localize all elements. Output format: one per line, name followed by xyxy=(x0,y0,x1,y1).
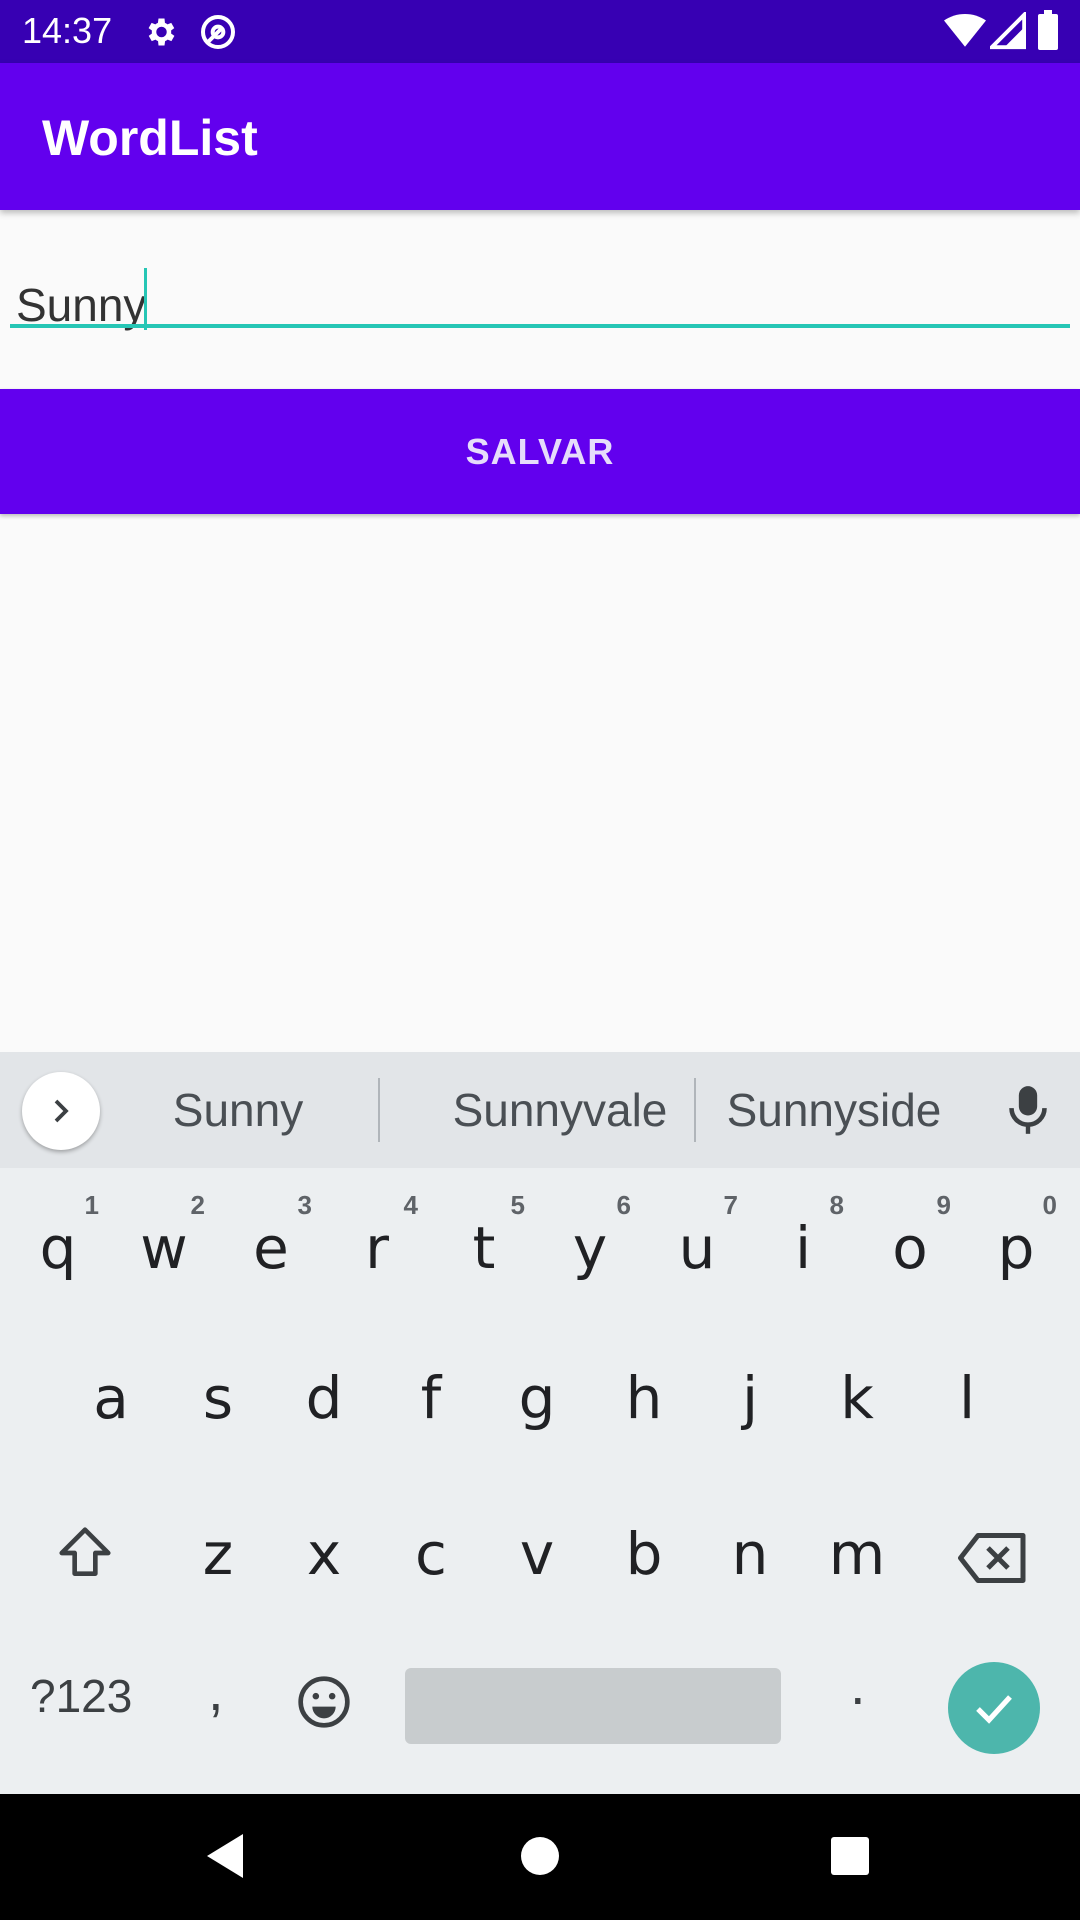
navigation-bar xyxy=(0,1794,1080,1920)
comma-key[interactable]: , xyxy=(208,1658,224,1724)
expand-toolbar-button[interactable] xyxy=(22,1072,100,1150)
key-o[interactable]: o9 xyxy=(857,1180,963,1300)
suggestion-2[interactable]: Sunnyvale xyxy=(410,1082,710,1138)
chevron-right-icon xyxy=(54,1099,69,1123)
key-r[interactable]: r4 xyxy=(324,1180,430,1300)
suggestion-divider xyxy=(694,1078,696,1142)
back-icon[interactable] xyxy=(204,1832,246,1885)
key-z[interactable]: z xyxy=(165,1486,271,1606)
period-key[interactable]: . xyxy=(850,1652,866,1718)
key-u[interactable]: u7 xyxy=(644,1180,750,1300)
backspace-icon[interactable] xyxy=(958,1530,1028,1591)
settings-icon xyxy=(142,14,178,55)
key-x[interactable]: x xyxy=(271,1486,377,1606)
wifi-icon xyxy=(944,12,986,55)
key-s[interactable]: s xyxy=(165,1330,271,1450)
shift-icon[interactable] xyxy=(54,1522,116,1589)
suggestion-bar: Sunny Sunnyvale Sunnyside xyxy=(0,1052,1080,1168)
emoji-icon[interactable] xyxy=(296,1674,352,1735)
save-button[interactable]: SALVAR xyxy=(0,389,1080,514)
key-t[interactable]: t5 xyxy=(431,1180,537,1300)
soft-keyboard: Sunny Sunnyvale Sunnyside q1 w2 e3 r4 t5… xyxy=(0,1052,1080,1794)
home-icon[interactable] xyxy=(520,1836,560,1881)
key-e[interactable]: e3 xyxy=(218,1180,324,1300)
key-l[interactable]: l xyxy=(914,1330,1020,1450)
key-v[interactable]: v xyxy=(484,1486,590,1606)
status-time: 14:37 xyxy=(22,10,113,51)
microphone-icon[interactable] xyxy=(1006,1084,1050,1141)
symbols-key[interactable]: ?123 xyxy=(30,1668,132,1724)
done-button[interactable] xyxy=(948,1662,1040,1754)
key-h[interactable]: h xyxy=(591,1330,697,1450)
word-input[interactable]: Sunny xyxy=(10,258,1070,331)
status-bar: 14:37 xyxy=(0,0,1080,63)
suggestion-3[interactable]: Sunnyside xyxy=(714,1082,954,1138)
signal-icon xyxy=(987,10,1027,55)
key-p[interactable]: p0 xyxy=(963,1180,1069,1300)
suggestion-divider xyxy=(378,1078,380,1142)
key-c[interactable]: c xyxy=(378,1486,484,1606)
space-key[interactable] xyxy=(405,1668,781,1744)
text-cursor xyxy=(144,268,147,330)
suggestion-1[interactable]: Sunny xyxy=(138,1082,338,1138)
key-m[interactable]: m xyxy=(804,1486,910,1606)
battery-icon xyxy=(1038,10,1058,55)
key-i[interactable]: i8 xyxy=(750,1180,856,1300)
key-b[interactable]: b xyxy=(591,1486,697,1606)
recents-icon[interactable] xyxy=(830,1836,870,1881)
app-bar: WordList xyxy=(0,63,1080,210)
check-icon xyxy=(976,1695,1012,1724)
key-a[interactable]: a xyxy=(58,1330,164,1450)
data-saver-icon xyxy=(198,12,238,57)
input-underline xyxy=(10,324,1070,328)
key-d[interactable]: d xyxy=(271,1330,377,1450)
key-y[interactable]: y6 xyxy=(537,1180,643,1300)
key-q[interactable]: q1 xyxy=(5,1180,111,1300)
key-n[interactable]: n xyxy=(697,1486,803,1606)
app-title: WordList xyxy=(42,110,258,166)
key-w[interactable]: w2 xyxy=(111,1180,217,1300)
key-k[interactable]: k xyxy=(804,1330,910,1450)
key-f[interactable]: f xyxy=(378,1330,484,1450)
key-j[interactable]: j xyxy=(697,1330,803,1450)
key-g[interactable]: g xyxy=(484,1330,590,1450)
